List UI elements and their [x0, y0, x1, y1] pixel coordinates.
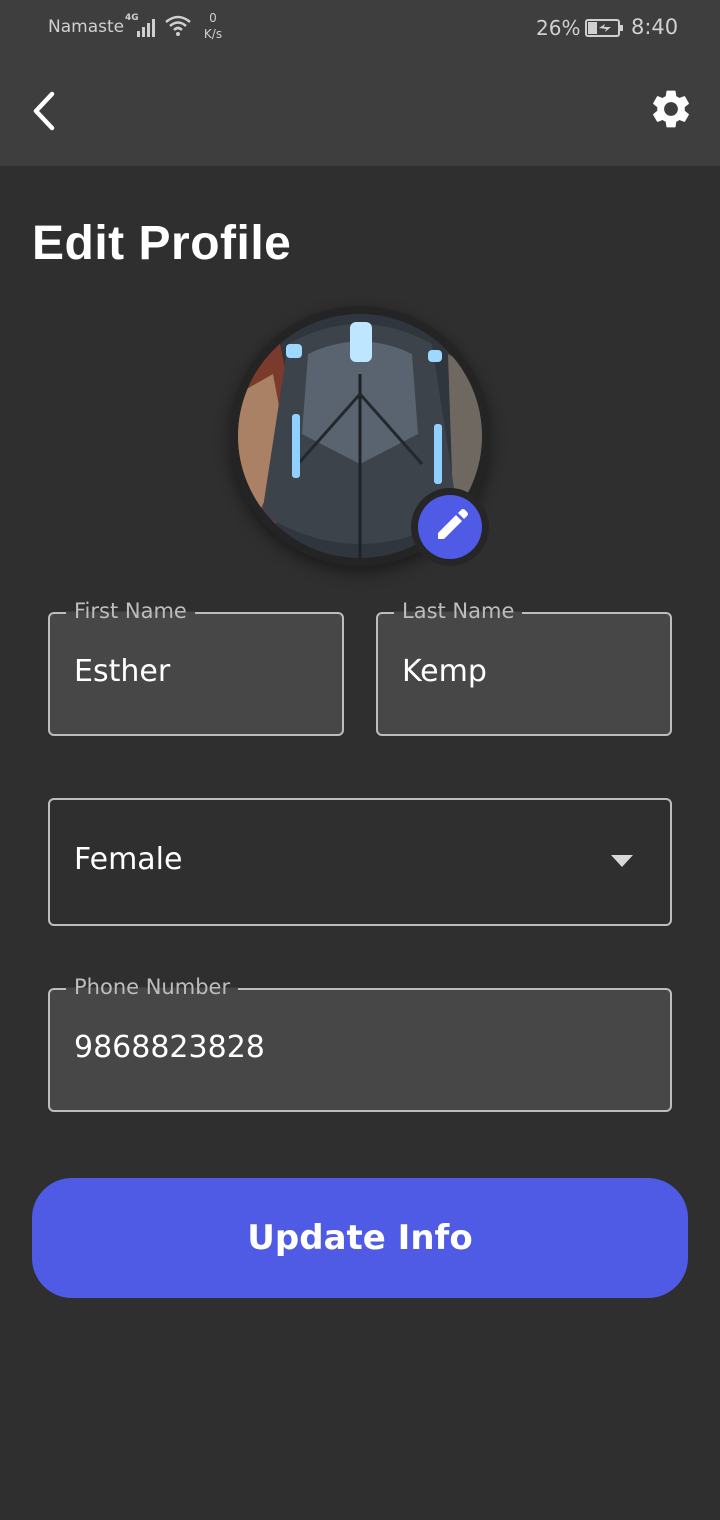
- page-title: Edit Profile: [32, 217, 292, 270]
- first-name-input[interactable]: Esther: [74, 654, 170, 689]
- last-name-label: Last Name: [394, 599, 523, 623]
- gender-select[interactable]: Female: [48, 798, 672, 926]
- network-speed: 0 K/s: [201, 10, 225, 42]
- settings-button[interactable]: [648, 86, 694, 132]
- signal-icon: [137, 19, 155, 37]
- phone-label: Phone Number: [66, 975, 239, 999]
- status-bar: Namaste 4G 0 K/s 26% 8:40: [0, 0, 720, 56]
- gear-icon: [653, 90, 689, 128]
- phone-input[interactable]: 9868823828: [74, 1030, 265, 1065]
- network-speed-value: 0: [209, 11, 217, 25]
- back-button[interactable]: [24, 86, 68, 136]
- update-info-label: Update Info: [247, 1218, 473, 1258]
- phone-field[interactable]: Phone Number 9868823828: [48, 975, 672, 1112]
- last-name-field[interactable]: Last Name Kemp: [376, 599, 672, 736]
- network-speed-unit: K/s: [203, 27, 223, 41]
- gender-selected-value: Female: [74, 842, 183, 877]
- chevron-left-icon: [33, 91, 55, 131]
- edit-avatar-button-fill: [418, 495, 482, 559]
- last-name-input[interactable]: Kemp: [402, 654, 487, 689]
- battery-charging-icon: [585, 19, 623, 37]
- wifi-icon: [165, 15, 191, 36]
- battery-percent: 26%: [536, 16, 581, 40]
- edit-avatar-button[interactable]: [411, 488, 489, 566]
- first-name-label: First Name: [66, 599, 195, 623]
- pencil-icon: [438, 509, 468, 539]
- dropdown-arrow-icon: [611, 855, 633, 867]
- clock: 8:40: [631, 15, 679, 39]
- carrier-name: Namaste: [48, 17, 125, 37]
- update-info-button[interactable]: Update Info: [32, 1178, 688, 1298]
- app-bar: [0, 56, 720, 166]
- first-name-field[interactable]: First Name Esther: [48, 599, 344, 736]
